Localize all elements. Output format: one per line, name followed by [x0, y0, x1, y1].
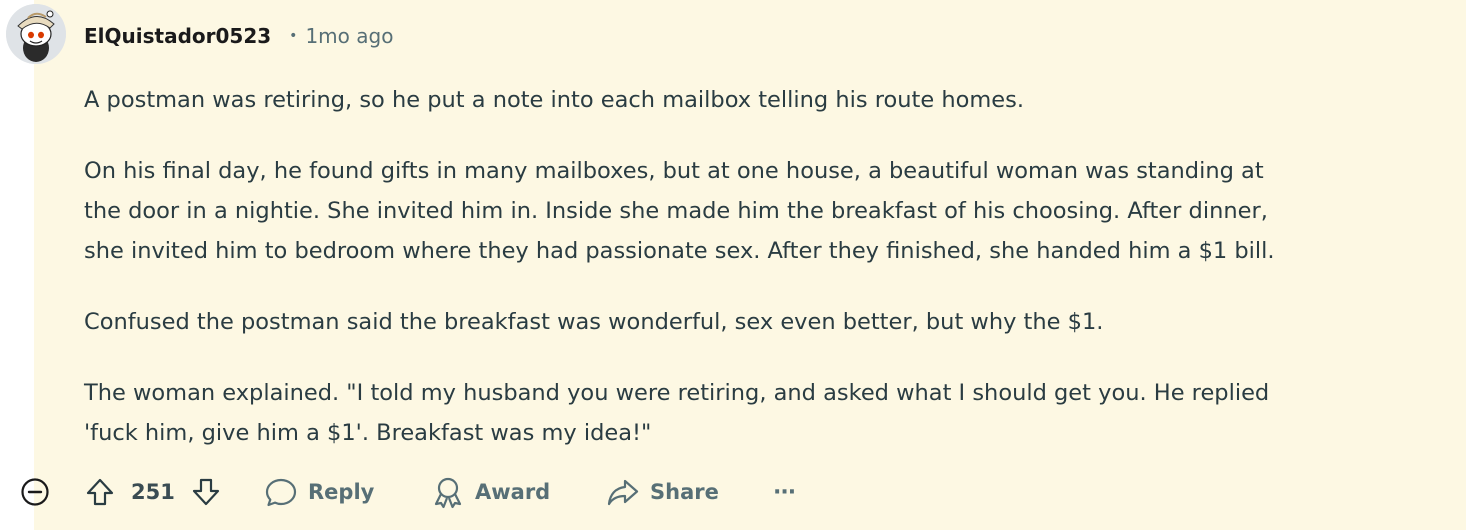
comment-paragraph: The woman explained. "I told my husband … [84, 373, 1444, 453]
award-ribbon-icon [434, 477, 462, 509]
downvote-button[interactable] [190, 470, 222, 514]
award-button[interactable]: Award [431, 470, 550, 514]
comment-line: A postman was retiring, so he put a note… [84, 87, 1024, 113]
comment-line: the door in a nightie. She invited him i… [84, 198, 1268, 224]
comment-body: A postman was retiring, so he put a note… [84, 80, 1444, 484]
username-link[interactable]: ElQuistador0523 [84, 24, 271, 48]
more-options-icon: ··· [773, 479, 796, 505]
thread-line-gutter [0, 0, 34, 530]
comment-page: ElQuistador0523 • 1mo ago A postman was … [0, 0, 1466, 530]
reply-button[interactable]: Reply [264, 470, 374, 514]
vote-score: 251 [131, 470, 175, 514]
avatar[interactable] [6, 4, 66, 64]
meta-separator: • [289, 28, 298, 44]
speech-bubble-icon [265, 478, 297, 507]
upvote-button[interactable] [84, 470, 116, 514]
share-arrow-icon [607, 479, 639, 506]
award-label: Award [475, 480, 551, 504]
upvote-arrow-icon [86, 478, 114, 506]
downvote-arrow-icon [192, 478, 220, 506]
share-label: Share [650, 480, 719, 504]
comment-line: Confused the postman said the breakfast … [84, 309, 1104, 335]
more-options-button[interactable]: ··· [773, 470, 796, 514]
collapse-button[interactable] [20, 470, 50, 514]
share-button[interactable]: Share [606, 470, 719, 514]
comment-line: The woman explained. "I told my husband … [84, 380, 1270, 406]
comment-line: she invited him to bedroom where they ha… [84, 238, 1275, 264]
comment-header: ElQuistador0523 • 1mo ago [84, 20, 393, 52]
comment-line: 'fuck him, give him a $1'. Breakfast was… [84, 420, 652, 446]
comment-line: On his final day, he found gifts in many… [84, 158, 1264, 184]
comment-paragraph: A postman was retiring, so he put a note… [84, 80, 1444, 120]
timestamp-link[interactable]: 1mo ago [305, 24, 393, 48]
snoo-avatar-icon [6, 4, 66, 64]
comment-paragraph: On his final day, he found gifts in many… [84, 151, 1444, 271]
comment-paragraph: Confused the postman said the breakfast … [84, 302, 1444, 342]
minus-circle-icon [21, 478, 49, 506]
comment-action-bar: 251 Reply Award Share ··· [0, 470, 1466, 514]
vote-score-value: 251 [131, 480, 175, 504]
reply-label: Reply [308, 480, 375, 504]
